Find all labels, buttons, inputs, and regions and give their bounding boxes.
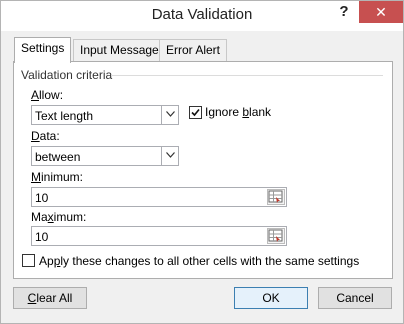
tab-input-message[interactable]: Input Message [73,39,166,61]
help-button[interactable]: ? [329,1,359,23]
cancel-button[interactable]: Cancel [318,287,392,309]
tab-settings[interactable]: Settings [14,37,72,63]
range-picker-icon[interactable] [267,189,285,205]
maximum-value: 10 [35,230,49,244]
ok-button[interactable]: OK [234,287,308,309]
maximum-input[interactable]: 10 [31,226,287,246]
close-button[interactable]: ✕ [359,1,403,23]
minimum-label: Minimum: [31,170,84,184]
allow-value: Text length [35,109,94,123]
ignore-blank-checkbox[interactable] [189,106,202,119]
allow-label: Allow: [31,88,64,102]
data-value: between [35,150,81,164]
chevron-down-icon[interactable] [161,106,178,124]
tab-input-message-label: Input Message [80,43,159,57]
checkmark-icon [191,108,200,117]
close-icon: ✕ [375,4,387,20]
minimum-input[interactable]: 10 [31,187,287,207]
validation-criteria-label: Validation criteria [21,68,113,82]
apply-all-checkbox[interactable] [22,254,35,267]
tab-error-alert-label: Error Alert [166,43,221,57]
minimum-value: 10 [35,191,49,205]
title-bar: Data Validation ? ✕ [1,1,403,31]
data-validation-dialog: Data Validation ? ✕ Settings Input Messa… [0,0,404,324]
clear-all-button[interactable]: Clear All [13,287,87,309]
range-picker-icon[interactable] [267,228,285,244]
allow-select[interactable]: Text length [31,105,179,125]
tab-error-alert[interactable]: Error Alert [159,39,228,61]
ignore-blank-label: Ignore blank [205,105,272,119]
chevron-down-icon[interactable] [161,147,178,165]
data-select[interactable]: between [31,146,179,166]
tab-settings-label: Settings [21,41,65,55]
apply-all-label: Apply these changes to all other cells w… [39,254,360,268]
maximum-label: Maximum: [31,210,87,224]
group-divider [111,75,383,76]
data-label: Data: [31,129,60,143]
